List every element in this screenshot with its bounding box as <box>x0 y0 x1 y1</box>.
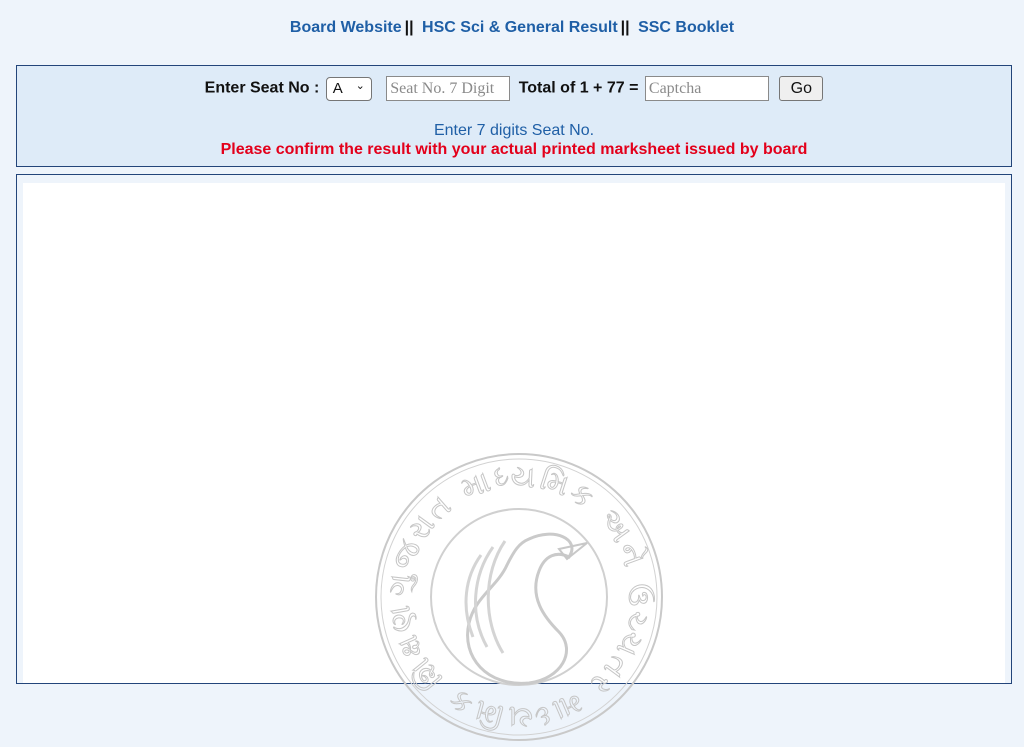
seat-label: Enter Seat No : <box>204 79 320 97</box>
captcha-question: Total of 1 + 77 = <box>518 79 639 97</box>
board-website-link[interactable]: Board Website <box>290 19 402 36</box>
seat-search-form: Enter Seat No : A⌄ Total of 1 + 77 = Go … <box>16 65 1012 167</box>
nav-separator: || <box>404 19 414 36</box>
seat-hint: Enter 7 digits Seat No. <box>433 122 595 139</box>
board-seal-watermark-icon: ગુજરાત માધ્યમિક અને ઉચ્ચતર માધ્યમિક શિક્… <box>369 447 663 741</box>
marksheet-warning: Please confirm the result with your actu… <box>220 141 808 158</box>
chevron-down-icon: ⌄ <box>355 79 365 92</box>
result-area: ગુજરાત માધ્યમિક અને ઉચ્ચતર માધ્યમિક શિક્… <box>23 183 1005 741</box>
form-row: Enter Seat No : A⌄ Total of 1 + 77 = Go <box>17 76 1011 101</box>
ssc-booklet-link[interactable]: SSC Booklet <box>638 19 734 36</box>
hsc-result-link[interactable]: HSC Sci & General Result <box>422 19 618 36</box>
captcha-input[interactable] <box>644 76 769 101</box>
nav-separator: || <box>620 19 630 36</box>
seat-number-input[interactable] <box>386 76 511 101</box>
series-select[interactable]: A ⌄ <box>325 76 372 101</box>
go-button[interactable]: Go <box>779 76 824 101</box>
top-nav: Board Website || HSC Sci & General Result… <box>0 19 1024 37</box>
result-panel: ગુજરાત માધ્યમિક અને ઉચ્ચતર માધ્યમિક શિક્… <box>16 174 1012 741</box>
series-value: A <box>332 79 343 97</box>
